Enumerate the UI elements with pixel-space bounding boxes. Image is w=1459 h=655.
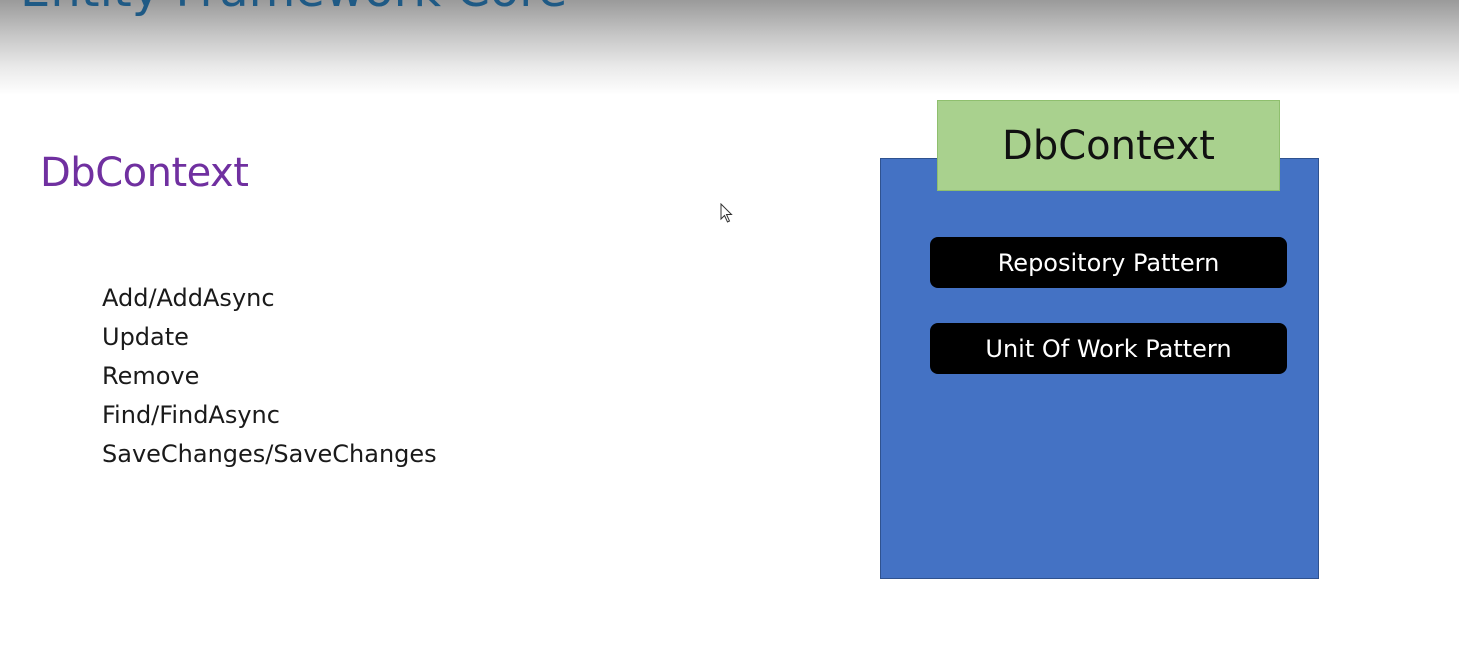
repository-pattern-box: Repository Pattern xyxy=(930,237,1287,288)
mouse-pointer-icon xyxy=(720,203,733,223)
title-band: Entity Framework Core xyxy=(0,0,1459,95)
list-item: Add/AddAsync xyxy=(102,284,275,312)
list-item: Find/FindAsync xyxy=(102,401,280,429)
section-heading: DbContext xyxy=(40,150,249,196)
list-item: Update xyxy=(102,323,189,351)
list-item: Remove xyxy=(102,362,200,390)
method-list: Add/AddAsync Update Remove Find/FindAsyn… xyxy=(102,279,437,474)
slide: Entity Framework Core DbContext Add/AddA… xyxy=(0,0,1459,655)
slide-title: Entity Framework Core xyxy=(20,0,567,18)
dbcontext-header-box: DbContext xyxy=(937,100,1280,191)
unit-of-work-pattern-box: Unit Of Work Pattern xyxy=(930,323,1287,374)
list-item: SaveChanges/SaveChanges xyxy=(102,440,437,468)
